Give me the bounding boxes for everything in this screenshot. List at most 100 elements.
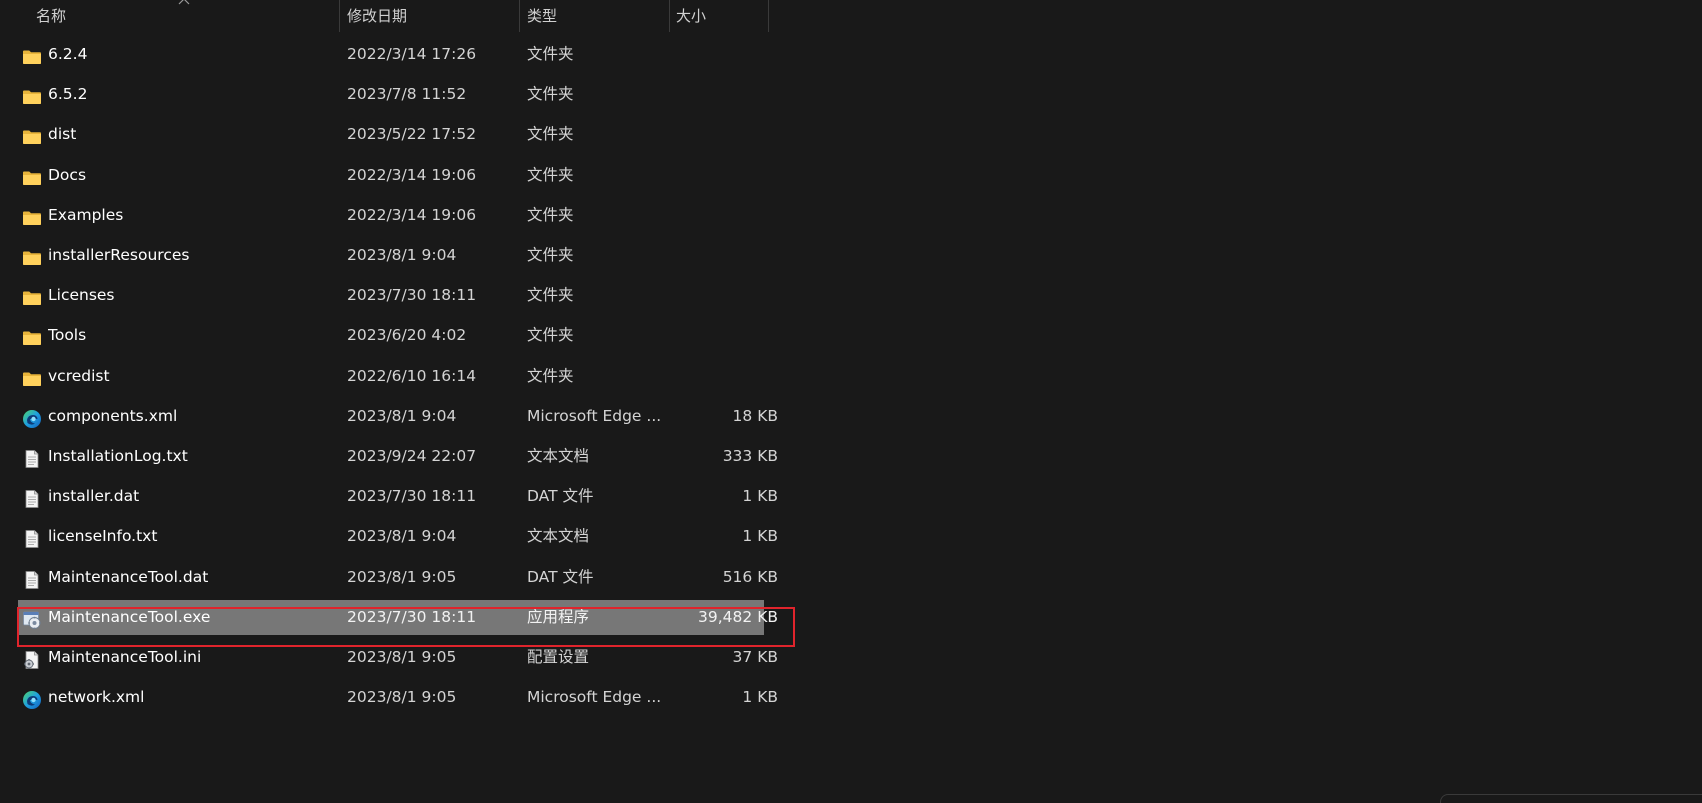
file-size: 18 KB	[732, 407, 778, 425]
file-size	[678, 77, 778, 112]
column-divider[interactable]	[519, 0, 520, 32]
file-modified-date: 2023/6/20 4:02	[347, 326, 467, 344]
file-name: vcredist	[48, 367, 110, 385]
folder-icon	[22, 166, 42, 186]
file-name: Examples	[48, 206, 124, 224]
file-name: MaintenanceTool.ini	[48, 648, 202, 666]
edge-icon	[22, 407, 42, 428]
file-modified-date: 2023/7/8 11:52	[347, 85, 467, 103]
file-modified-date: 2022/3/14 17:26	[347, 45, 477, 63]
column-header-size[interactable]: 大小	[670, 0, 768, 32]
file-name: Tools	[48, 326, 87, 344]
folder-icon	[22, 326, 42, 346]
file-size: 39,482 KB	[698, 608, 778, 626]
file-row-selected[interactable]: MaintenanceTool.exe 2023/7/30 18:11 应用程序 39…	[18, 600, 778, 635]
file-row[interactable]: 6.2.4 2022/3/14 17:26 文件夹	[18, 37, 764, 72]
folder-icon	[22, 125, 42, 145]
file-row[interactable]: 6.5.2 2023/7/8 11:52 文件夹	[18, 77, 764, 112]
file-row[interactable]: vcredist 2022/6/10 16:14 文件夹	[18, 359, 764, 394]
file-name: licenseInfo.txt	[48, 527, 158, 545]
file-modified-date: 2023/8/1 9:05	[347, 688, 457, 706]
document-icon	[22, 568, 42, 589]
file-name: 6.5.2	[48, 85, 88, 103]
file-name: 6.2.4	[48, 45, 88, 63]
file-modified-date: 2023/5/22 17:52	[347, 125, 477, 143]
column-header-date[interactable]: 修改日期	[341, 0, 519, 32]
file-size: 333 KB	[722, 447, 778, 465]
file-modified-date: 2023/8/1 9:04	[347, 407, 457, 425]
file-size	[678, 359, 778, 394]
file-type: Microsoft Edge ...	[527, 407, 662, 425]
file-name: InstallationLog.txt	[48, 447, 188, 465]
file-row[interactable]: installerResources 2023/8/1 9:04 文件夹	[18, 238, 764, 273]
file-size	[678, 238, 778, 273]
file-size	[678, 37, 778, 72]
document-icon	[22, 487, 42, 508]
file-modified-date: 2023/7/30 18:11	[347, 286, 477, 304]
file-type: 文本文档	[527, 527, 590, 545]
file-row[interactable]: licenseInfo.txt 2023/8/1 9:04 文本文档 1 KB	[18, 519, 778, 554]
file-row[interactable]: dist 2023/5/22 17:52 文件夹	[18, 117, 764, 152]
file-size	[678, 117, 778, 152]
file-type: 应用程序	[527, 608, 590, 626]
column-divider[interactable]	[768, 0, 769, 32]
file-row[interactable]: MaintenanceTool.dat 2023/8/1 9:05 DAT 文件 51…	[18, 560, 778, 595]
file-type: 文件夹	[527, 367, 574, 385]
file-name: components.xml	[48, 407, 178, 425]
document-icon	[22, 447, 42, 468]
file-modified-date: 2022/3/14 19:06	[347, 166, 477, 184]
sort-ascending-icon	[178, 0, 190, 5]
file-row[interactable]: MaintenanceTool.ini 2023/8/1 9:05 配置设置 37 K…	[18, 640, 778, 675]
file-size: 1 KB	[742, 527, 778, 545]
file-name: installerResources	[48, 246, 190, 264]
file-type: Microsoft Edge ...	[527, 688, 662, 706]
file-modified-date: 2023/8/1 9:04	[347, 246, 457, 264]
file-row[interactable]: InstallationLog.txt 2023/9/24 22:07 文本文档 33…	[18, 439, 778, 474]
file-size: 1 KB	[742, 487, 778, 505]
column-header-type[interactable]: 类型	[521, 0, 669, 32]
file-row[interactable]: Examples 2022/3/14 19:06 文件夹	[18, 198, 764, 233]
edge-icon	[22, 688, 42, 709]
file-size: 37 KB	[732, 648, 778, 666]
file-type: 文件夹	[527, 206, 574, 224]
file-type: 文件夹	[527, 125, 574, 143]
window-corner	[1440, 794, 1702, 803]
file-name: network.xml	[48, 688, 145, 706]
column-header-bar: 名称 修改日期 类型 大小	[0, 0, 770, 32]
file-row[interactable]: network.xml 2023/8/1 9:05 Microsoft Edge .…	[18, 680, 778, 715]
file-modified-date: 2022/3/14 19:06	[347, 206, 477, 224]
file-size	[678, 158, 778, 193]
file-type: 文件夹	[527, 85, 574, 103]
file-name: MaintenanceTool.dat	[48, 568, 209, 586]
file-size: 1 KB	[742, 688, 778, 706]
file-explorer: 名称 修改日期 类型 大小 6.2.4 2022/3/14 17:26 文件夹 6.5…	[0, 0, 1702, 803]
file-modified-date: 2023/8/1 9:05	[347, 568, 457, 586]
file-name: installer.dat	[48, 487, 140, 505]
file-modified-date: 2023/8/1 9:05	[347, 648, 457, 666]
file-name: Docs	[48, 166, 87, 184]
file-type: 配置设置	[527, 648, 590, 666]
folder-icon	[22, 45, 42, 65]
file-modified-date: 2023/7/30 18:11	[347, 487, 477, 505]
folder-icon	[22, 85, 42, 105]
file-type: 文件夹	[527, 45, 574, 63]
file-modified-date: 2023/8/1 9:04	[347, 527, 457, 545]
file-row[interactable]: components.xml 2023/8/1 9:04 Microsoft Edg…	[18, 399, 778, 434]
file-type: 文件夹	[527, 286, 574, 304]
file-size	[678, 278, 778, 313]
folder-icon	[22, 206, 42, 226]
file-modified-date: 2023/9/24 22:07	[347, 447, 477, 465]
file-row[interactable]: installer.dat 2023/7/30 18:11 DAT 文件 1 KB	[18, 479, 778, 514]
file-row[interactable]: Tools 2023/6/20 4:02 文件夹	[18, 318, 764, 353]
file-row[interactable]: Docs 2022/3/14 19:06 文件夹	[18, 158, 764, 193]
file-modified-date: 2022/6/10 16:14	[347, 367, 477, 385]
folder-icon	[22, 286, 42, 306]
file-type: 文本文档	[527, 447, 590, 465]
document-icon	[22, 527, 42, 548]
file-name: MaintenanceTool.exe	[48, 608, 211, 626]
application-icon	[22, 608, 42, 630]
file-row[interactable]: Licenses 2023/7/30 18:11 文件夹	[18, 278, 764, 313]
column-divider[interactable]	[339, 0, 340, 32]
file-size	[678, 198, 778, 233]
folder-icon	[22, 367, 42, 387]
